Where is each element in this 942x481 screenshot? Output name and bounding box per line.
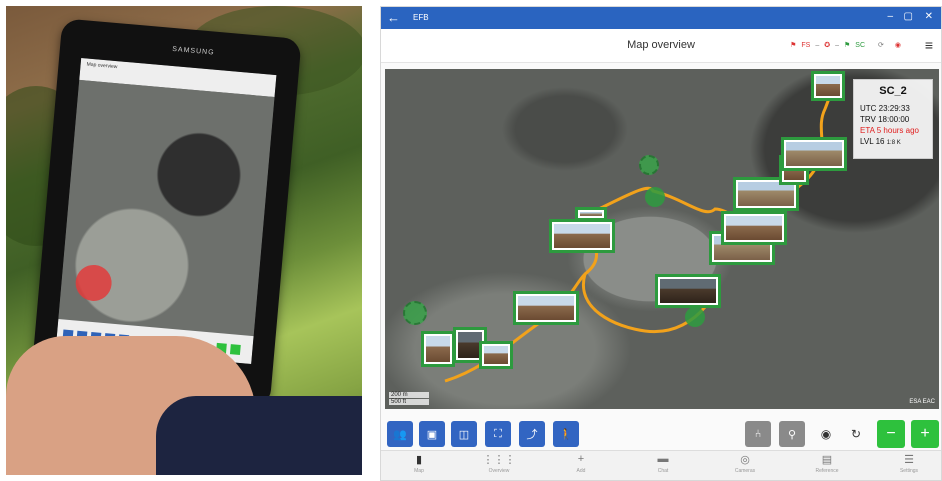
astronauts-icon[interactable]: 👥 bbox=[387, 421, 413, 447]
utc-time: UTC 23:29:33 bbox=[860, 104, 910, 113]
zoom-out-button[interactable]: − bbox=[877, 420, 905, 448]
waypoint-marker[interactable] bbox=[639, 155, 659, 175]
zoom-in-button[interactable]: + bbox=[911, 420, 939, 448]
nav-chat[interactable]: ▬ Chat bbox=[633, 453, 693, 474]
waypoint-marker[interactable] bbox=[685, 307, 705, 327]
nav-label: Overview bbox=[488, 468, 510, 474]
map-icon[interactable]: ◫ bbox=[451, 421, 477, 447]
fs-status-icon: ⚑ bbox=[790, 42, 797, 49]
photo-thumbnail[interactable] bbox=[721, 211, 787, 245]
center-icon[interactable]: ◉ bbox=[813, 421, 839, 447]
record-icon[interactable]: ◉ bbox=[895, 41, 901, 49]
trend-icon[interactable]: ⤴ bbox=[519, 421, 545, 447]
fs-status-label: FS bbox=[801, 41, 811, 49]
photo-thumbnail[interactable] bbox=[811, 71, 845, 101]
photo-thumbnail[interactable] bbox=[575, 207, 607, 221]
nav-label: Chat bbox=[657, 468, 669, 474]
tablet-brand: SAMSUNG bbox=[171, 45, 215, 57]
pin-icon[interactable]: ⚲ bbox=[779, 421, 805, 447]
waypoint-marker[interactable] bbox=[645, 187, 665, 207]
photo-thumbnail[interactable] bbox=[781, 137, 847, 171]
sleeve bbox=[156, 396, 362, 475]
map-attribution: ESA EAC bbox=[909, 399, 935, 405]
map-toolbar: 👥 ▣ ◫ ⛶ ⤴ 🚶 ⑃ ⚲ ◉ ↻ − + bbox=[381, 417, 941, 453]
nav-label: Map bbox=[414, 468, 424, 474]
image-icon[interactable]: ▣ bbox=[419, 421, 445, 447]
waypoint-marker[interactable] bbox=[403, 301, 427, 325]
title-bar: ← EFB – ▢ ✕ bbox=[381, 7, 941, 29]
chat-icon: ▬ bbox=[657, 453, 669, 465]
agent-name: SC_2 bbox=[879, 85, 907, 97]
agent-info-panel: SC_2 UTC 23:29:33 TRV 18:00:00 ETA 5 hou… bbox=[853, 79, 933, 159]
scale-bar: 200 m 500 ft bbox=[389, 391, 429, 405]
sc-status-icon: ⚑ bbox=[844, 42, 851, 49]
settings-icon: ☰ bbox=[904, 454, 914, 466]
scale-imperial: 500 ft bbox=[389, 399, 429, 405]
minimize-icon[interactable]: – bbox=[887, 11, 893, 22]
photo-thumbnail[interactable] bbox=[513, 291, 579, 325]
tablet-photo: SAMSUNG Map overview bbox=[6, 6, 362, 475]
document-icon: ▤ bbox=[821, 454, 833, 466]
level-scale: 1:8 K bbox=[886, 140, 901, 146]
link-dash-icon: – bbox=[815, 41, 820, 49]
refresh-icon[interactable]: ↻ bbox=[843, 421, 869, 447]
map-level: LVL 16 1:8 K bbox=[860, 136, 926, 149]
close-icon[interactable]: ✕ bbox=[925, 11, 933, 22]
camera-icon: ◎ bbox=[740, 454, 750, 466]
status-indicators: ⚑ FS – ✪ – ⚑ SC ⟳ ◉ bbox=[790, 41, 901, 50]
grid-icon: ⋮⋮⋮ bbox=[482, 454, 516, 466]
nav-reference[interactable]: ▤ Reference bbox=[797, 453, 857, 474]
add-icon: + bbox=[577, 453, 585, 465]
nav-label: Settings bbox=[899, 468, 919, 474]
eta-time: ETA 5 hours ago bbox=[860, 126, 919, 135]
nav-label: Add bbox=[576, 468, 586, 474]
photo-thumbnail[interactable] bbox=[549, 219, 615, 253]
tablet-button bbox=[229, 344, 241, 355]
tablet-screen: Map overview bbox=[55, 58, 277, 364]
map-view[interactable]: SC_2 UTC 23:29:33 TRV 18:00:00 ETA 5 hou… bbox=[385, 69, 939, 409]
link-dash-icon: – bbox=[835, 41, 839, 49]
nav-overview[interactable]: ⋮⋮⋮ Overview bbox=[469, 453, 529, 474]
sync-icon[interactable]: ⟳ bbox=[878, 41, 884, 49]
sc-status-label: SC bbox=[855, 41, 866, 49]
level-value: LVL 16 bbox=[860, 137, 885, 146]
scale-metric: 200 m bbox=[389, 392, 429, 398]
nav-label: Cameras bbox=[734, 468, 756, 474]
maximize-icon[interactable]: ▢ bbox=[904, 11, 913, 22]
nav-map[interactable]: ▮ Map bbox=[389, 453, 449, 474]
route-icon[interactable]: ⑃ bbox=[745, 421, 771, 447]
nav-cameras[interactable]: ◎ Cameras bbox=[715, 453, 775, 474]
app-window: ← EFB – ▢ ✕ Map overview ⚑ FS – ✪ – ⚑ SC… bbox=[380, 6, 942, 481]
photo-thumbnail[interactable] bbox=[421, 331, 455, 367]
nav-label: Reference bbox=[815, 468, 839, 474]
tablet-screen-title: Map overview bbox=[86, 61, 118, 71]
walker-icon[interactable]: 🚶 bbox=[553, 421, 579, 447]
photo-thumbnail[interactable] bbox=[479, 341, 513, 369]
back-icon[interactable]: ← bbox=[387, 10, 400, 25]
photo-thumbnail[interactable] bbox=[655, 274, 721, 308]
alert-icon: ✪ bbox=[824, 42, 831, 49]
map-nav-icon: ▮ bbox=[415, 454, 423, 466]
trv-time: TRV 18:00:00 bbox=[860, 115, 910, 124]
page-header: Map overview ⚑ FS – ✪ – ⚑ SC ⟳ ◉ ≡ bbox=[381, 29, 941, 63]
window-title: EFB bbox=[413, 13, 429, 22]
nav-add[interactable]: + Add bbox=[551, 453, 611, 474]
figure: SAMSUNG Map overview ← EFB – ▢ ✕ Map ove… bbox=[0, 0, 942, 481]
nav-settings[interactable]: ☰ Settings bbox=[879, 453, 939, 474]
bottom-navigation: ▮ Map ⋮⋮⋮ Overview + Add ▬ Chat ◎ Cameras ▤ Re… bbox=[381, 450, 941, 480]
menu-icon[interactable]: ≡ bbox=[925, 37, 933, 53]
fit-bounds-icon[interactable]: ⛶ bbox=[485, 421, 511, 447]
